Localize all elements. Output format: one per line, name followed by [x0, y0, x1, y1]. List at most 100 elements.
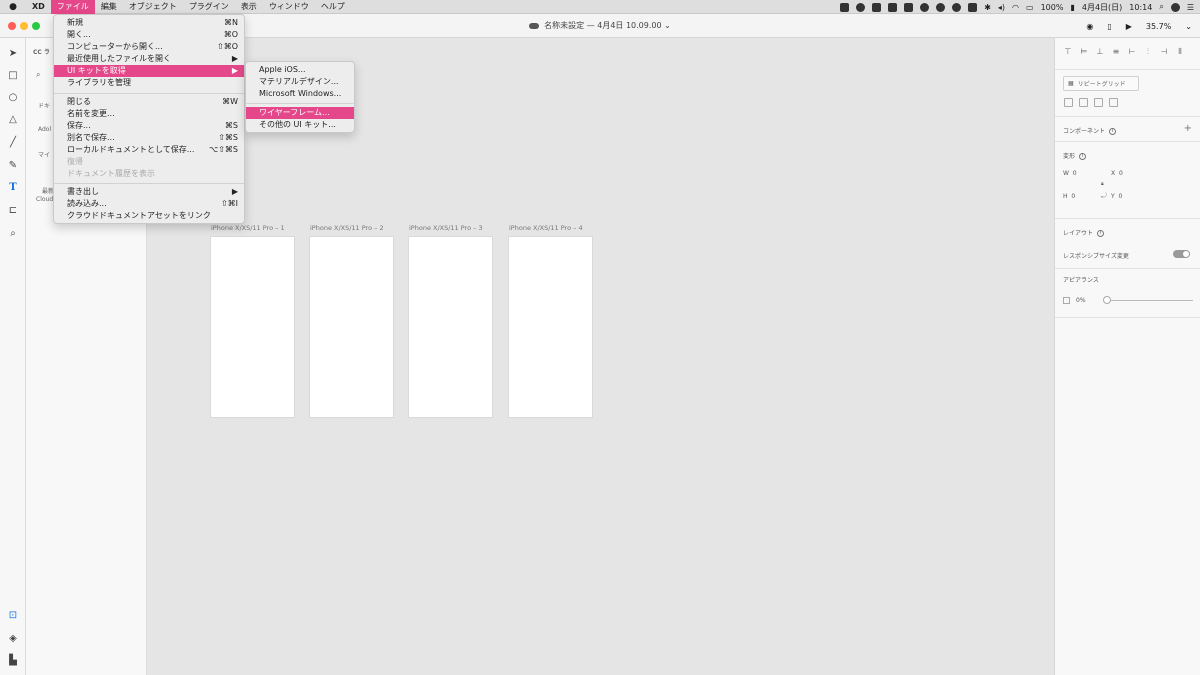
responsive-resize-toggle[interactable]: [1173, 250, 1190, 258]
share-user-icon[interactable]: ◉: [1086, 22, 1093, 31]
menu-help[interactable]: ヘルプ: [315, 0, 351, 14]
menu-item-new[interactable]: 新規 ⌘N: [54, 17, 244, 29]
user-avatar-icon[interactable]: [1170, 2, 1180, 12]
artboard-label-2[interactable]: iPhone X/XS/11 Pro – 2: [310, 224, 384, 232]
submenu-item-wireframe[interactable]: ワイヤーフレーム...: [246, 107, 354, 119]
artboard-3[interactable]: [408, 236, 493, 418]
artboard-label-1[interactable]: iPhone X/XS/11 Pro – 1: [211, 224, 285, 232]
clock-time[interactable]: 10:14: [1129, 3, 1152, 12]
info-icon[interactable]: i: [1109, 128, 1117, 135]
artboard-4[interactable]: [508, 236, 593, 418]
tray-wifi-tool-icon[interactable]: [856, 2, 866, 12]
wifi-icon[interactable]: ◠: [1012, 3, 1019, 12]
text-tool-icon[interactable]: T: [6, 180, 20, 194]
select-tool-icon[interactable]: ➤: [6, 46, 20, 60]
spotlight-search-icon[interactable]: ⌕: [1159, 2, 1163, 12]
menu-app-xd[interactable]: XD: [26, 0, 51, 14]
assets-panel-icon[interactable]: ⊡: [6, 608, 20, 622]
y-value[interactable]: 0: [1119, 193, 1123, 200]
menu-item-rename[interactable]: 名前を変更...: [54, 108, 244, 120]
width-field[interactable]: W 0: [1063, 170, 1077, 177]
chevron-down-icon[interactable]: ⌄: [662, 21, 671, 30]
info-icon[interactable]: i: [1097, 230, 1105, 237]
battery-percent[interactable]: 100%: [1041, 3, 1064, 12]
zoom-tool-icon[interactable]: ⌕: [6, 226, 20, 240]
height-field[interactable]: H 0: [1063, 193, 1075, 200]
boolean-add-icon[interactable]: [1064, 98, 1073, 107]
clock-date[interactable]: 4月4日(日): [1082, 2, 1122, 13]
rectangle-tool-icon[interactable]: □: [6, 68, 20, 82]
boolean-subtract-icon[interactable]: [1079, 98, 1088, 107]
align-bottom-icon[interactable]: ⊥: [1095, 47, 1105, 57]
menu-window[interactable]: ウィンドウ: [263, 0, 315, 14]
pen-tool-icon[interactable]: ✎: [6, 158, 20, 172]
opacity-slider-track[interactable]: [1107, 300, 1193, 301]
artboard-label-4[interactable]: iPhone X/XS/11 Pro – 4: [509, 224, 583, 232]
play-preview-icon[interactable]: ▶: [1126, 22, 1132, 31]
menu-item-get-ui-kits[interactable]: UI キットを取得 ▶: [54, 65, 244, 77]
zoom-chevron-down-icon[interactable]: ⌄: [1185, 22, 1192, 31]
control-center-icon[interactable]: ☰: [1187, 3, 1194, 12]
boolean-exclude-icon[interactable]: [1109, 98, 1118, 107]
menu-object[interactable]: オブジェクト: [123, 0, 183, 14]
x-value[interactable]: 0: [1119, 170, 1123, 177]
tray-app2-icon[interactable]: [968, 2, 978, 12]
tray-creative-cloud-icon[interactable]: [920, 2, 930, 12]
menu-plugins[interactable]: プラグイン: [183, 0, 235, 14]
submenu-item-other-ui-kits[interactable]: その他の UI キット...: [246, 119, 354, 131]
lock-aspect-icon[interactable]: 🔒︎: [1101, 181, 1104, 187]
submenu-item-microsoft-windows[interactable]: Microsoft Windows...: [246, 88, 354, 100]
width-value[interactable]: 0: [1073, 170, 1077, 177]
align-right-icon[interactable]: ⊣: [1159, 47, 1169, 57]
ellipse-tool-icon[interactable]: ○: [6, 90, 20, 104]
align-top-icon[interactable]: ⊤: [1063, 47, 1073, 57]
x-field[interactable]: X 0: [1111, 170, 1123, 177]
align-center-icon[interactable]: ⫶: [1143, 47, 1153, 57]
menu-item-open-recent[interactable]: 最近使用したファイルを開く ▶: [54, 53, 244, 65]
menu-item-save-local[interactable]: ローカルドキュメントとして保存... ⌥⇧⌘S: [54, 144, 244, 156]
add-component-icon[interactable]: +: [1184, 123, 1192, 134]
menu-edit[interactable]: 編集: [95, 0, 123, 14]
menu-item-link-cloud-assets[interactable]: クラウドドキュメントアセットをリンク: [54, 210, 244, 222]
menu-item-open-from-computer[interactable]: コンピューターから開く... ⇧⌘O: [54, 41, 244, 53]
artboard-tool-icon[interactable]: ⊏: [6, 203, 20, 217]
opacity-checkbox[interactable]: [1063, 297, 1070, 304]
rotate-icon[interactable]: ⤾: [1101, 192, 1107, 201]
artboard-2[interactable]: [309, 236, 394, 418]
bluetooth-icon[interactable]: ✱: [984, 3, 991, 12]
opacity-slider-handle[interactable]: [1103, 296, 1111, 304]
assets-search-icon[interactable]: ⌕: [36, 70, 40, 80]
repeat-grid-button[interactable]: ▦ リピートグリッド: [1063, 76, 1139, 91]
align-middle-icon[interactable]: ⊨: [1079, 47, 1089, 57]
tray-location-icon[interactable]: [952, 2, 962, 12]
menu-file[interactable]: ファイル: [50, 0, 95, 14]
distribute-horizontal-icon[interactable]: ⦀: [1175, 47, 1185, 57]
y-field[interactable]: Y 0: [1111, 193, 1122, 200]
boolean-intersect-icon[interactable]: [1094, 98, 1103, 107]
volume-icon[interactable]: ◂): [998, 3, 1005, 12]
menu-item-export[interactable]: 書き出し ▶: [54, 186, 244, 198]
assets-adobe-label[interactable]: Adol: [38, 126, 51, 133]
menu-item-open[interactable]: 開く... ⌘O: [54, 29, 244, 41]
assets-my-label[interactable]: マイ: [38, 150, 50, 159]
plugins-panel-icon[interactable]: ▙: [6, 653, 20, 667]
menu-view[interactable]: 表示: [235, 0, 263, 14]
menu-item-close[interactable]: 閉じる ⌘W: [54, 96, 244, 108]
tray-bolt-icon[interactable]: [936, 2, 946, 12]
artboard-1[interactable]: [210, 236, 295, 418]
device-preview-icon[interactable]: ▯: [1107, 22, 1111, 31]
tray-clipboard-icon[interactable]: [872, 2, 882, 12]
line-tool-icon[interactable]: ╱: [6, 135, 20, 149]
submenu-item-material-design[interactable]: マテリアルデザイン...: [246, 76, 354, 88]
display-icon[interactable]: ▭: [1026, 3, 1034, 12]
height-value[interactable]: 0: [1071, 193, 1075, 200]
layers-panel-icon[interactable]: ◈: [6, 631, 20, 645]
apple-icon[interactable]: ●: [0, 2, 26, 12]
info-icon[interactable]: i: [1079, 153, 1087, 160]
menu-item-manage-libraries[interactable]: ライブラリを管理: [54, 77, 244, 89]
menu-item-save-as[interactable]: 別名で保存... ⇧⌘S: [54, 132, 244, 144]
menu-item-save[interactable]: 保存... ⌘S: [54, 120, 244, 132]
menu-item-import[interactable]: 読み込み... ⇧⌘I: [54, 198, 244, 210]
align-left-icon[interactable]: ⊢: [1127, 47, 1137, 57]
zoom-level[interactable]: 35.7%: [1146, 22, 1171, 31]
